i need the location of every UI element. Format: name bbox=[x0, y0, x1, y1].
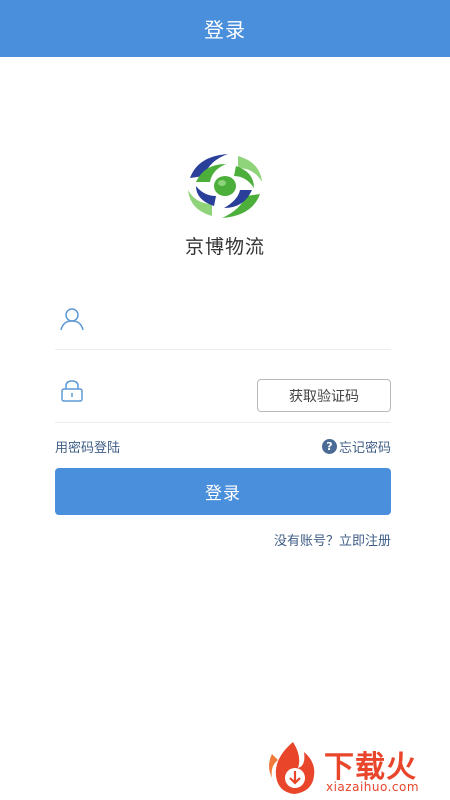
watermark-site: xiazaihuo.com bbox=[326, 780, 420, 794]
app-header: 登录 bbox=[0, 0, 450, 57]
app-name: 京博物流 bbox=[184, 236, 265, 258]
register-link[interactable]: 没有账号？立即注册 bbox=[55, 530, 391, 549]
question-icon: ? bbox=[321, 439, 337, 454]
user-icon bbox=[60, 308, 84, 331]
forgot-password-label: 忘记密码 bbox=[338, 441, 391, 456]
password-login-link[interactable]: 用密码登陆 bbox=[55, 437, 120, 456]
login-button[interactable]: 登录 bbox=[55, 468, 391, 515]
watermark: 下载火 xiazaihuo.com bbox=[262, 740, 448, 798]
username-input[interactable] bbox=[95, 302, 385, 338]
username-field bbox=[55, 296, 391, 350]
app-logo bbox=[188, 154, 262, 218]
forgot-password-link[interactable]: ? 忘记密码 bbox=[321, 437, 391, 456]
verification-code-input[interactable] bbox=[95, 376, 245, 412]
get-code-button[interactable]: 获取验证码 bbox=[257, 379, 391, 412]
login-options: 用密码登陆 ? 忘记密码 bbox=[55, 437, 391, 457]
code-field: 获取验证码 bbox=[55, 370, 391, 423]
page-title: 登录 bbox=[204, 18, 246, 42]
flame-logo-icon bbox=[269, 742, 315, 794]
lock-icon bbox=[61, 380, 83, 402]
